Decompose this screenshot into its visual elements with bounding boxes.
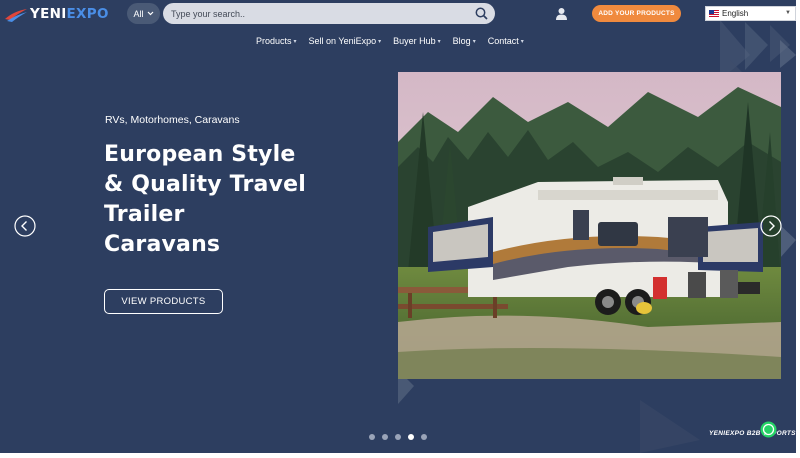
brand-tagline: YENIEXPO B2B EXPORTS [709,430,796,437]
hero-title-line: Caravans [104,232,221,257]
flag-icon [709,10,719,17]
slider-dot[interactable] [382,434,388,440]
nav-item-sell[interactable]: Sell on YeniExpo ▾ [309,36,382,46]
nav-item-label: Contact [487,36,519,46]
user-icon[interactable] [555,7,568,20]
page: YENIEXPO All ADD YOUR PRODUCTS English ▼… [0,0,796,453]
nav-item-label: Buyer Hub [393,36,436,46]
search-input[interactable] [163,3,463,24]
logo[interactable]: YENIEXPO [4,5,109,23]
language-select[interactable]: English ▼ [705,6,796,21]
whatsapp-icon[interactable] [760,421,777,438]
slider-dots [369,434,427,440]
nav-item-products[interactable]: Products ▾ [256,36,297,46]
arrow-left-icon[interactable] [14,215,36,237]
logo-text-part1: YENI [30,6,67,22]
search-category-select[interactable]: All [127,3,160,24]
search-field [163,3,495,24]
language-label: English [722,9,749,18]
chevron-down-icon [147,11,153,16]
chevron-down-icon: ▾ [293,38,297,45]
chevron-down-icon: ▾ [520,38,524,45]
nav-item-label: Sell on YeniExpo [308,36,377,46]
hero-title-line: & Quality Travel [104,172,306,197]
main-nav: Products ▾ Sell on YeniExpo ▾ Buyer Hub ▾ B… [256,36,536,46]
chevron-down-icon: ▾ [472,38,476,45]
slider-dot[interactable] [395,434,401,440]
chevron-down-icon: ▾ [378,38,382,45]
chevron-down-icon: ▼ [785,10,791,16]
nav-item-buyer-hub[interactable]: Buyer Hub ▾ [393,36,441,46]
arrow-right-icon[interactable] [760,215,782,237]
slider-dot[interactable] [369,434,375,440]
nav-item-blog[interactable]: Blog ▾ [453,36,476,46]
add-products-button[interactable]: ADD YOUR PRODUCTS [592,5,681,22]
logo-swoosh-icon [5,9,27,22]
hero-title-line: Trailer [104,202,185,227]
nav-item-label: Products [256,36,292,46]
search-category-label: All [133,8,144,19]
hero-title: European Style & Quality Travel Trailer … [104,140,324,260]
nav-item-contact[interactable]: Contact ▾ [488,36,524,46]
search-bar: All [127,3,495,24]
view-products-button[interactable]: VIEW PRODUCTS [104,289,223,314]
slider-dot-active[interactable] [408,434,414,440]
hero-subtitle: RVs, Motorhomes, Caravans [105,114,240,126]
search-icon[interactable] [475,7,488,20]
logo-text-part2: EXPO [66,6,109,22]
chevron-down-icon: ▾ [437,38,441,45]
logo-text: YENIEXPO [30,6,109,22]
hero-title-line: European Style [104,142,296,167]
hero-image [398,72,781,379]
slider-dot[interactable] [421,434,427,440]
nav-item-label: Blog [452,36,471,46]
